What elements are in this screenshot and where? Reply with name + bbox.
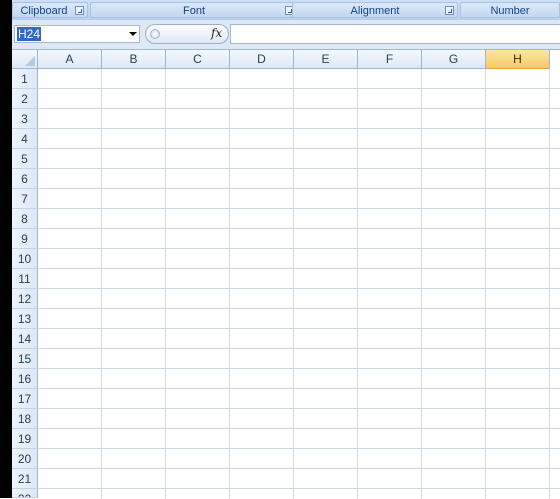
row-header-17[interactable]: 17 [12,389,38,409]
ribbon-group-label: Number [490,5,530,17]
ribbon-group-alignment[interactable]: Alignment [292,2,458,18]
row-header-10[interactable]: 10 [12,249,38,269]
ribbon-group-font[interactable]: Font [90,2,298,18]
column-header-g[interactable]: G [422,50,486,69]
row-header-7[interactable]: 7 [12,189,38,209]
column-header-f[interactable]: F [358,50,422,69]
name-box[interactable]: H24 [14,25,140,43]
row-header-19[interactable]: 19 [12,429,38,449]
column-header-d[interactable]: D [230,50,294,69]
row-header-3[interactable]: 3 [12,109,38,129]
cell-area[interactable] [38,69,560,499]
row-header-16[interactable]: 16 [12,369,38,389]
formula-controls: fx [145,24,229,44]
ribbon-group-label: Font [182,5,205,17]
ribbon-group-label: Alignment [350,5,400,17]
row-header-13[interactable]: 13 [12,309,38,329]
window-edge [0,0,12,498]
row-header-6[interactable]: 6 [12,169,38,189]
row-header-5[interactable]: 5 [12,149,38,169]
name-box-value[interactable]: H24 [17,27,42,41]
resize-handle-icon[interactable] [150,29,160,39]
chevron-down-icon[interactable] [129,32,137,36]
column-header-b[interactable]: B [102,50,166,69]
row-header-21[interactable]: 21 [12,469,38,489]
ribbon-group-label: Clipboard [20,5,68,17]
row-header-4[interactable]: 4 [12,129,38,149]
column-header-c[interactable]: C [166,50,230,69]
row-header-11[interactable]: 11 [12,269,38,289]
row-header-20[interactable]: 20 [12,449,38,469]
row-header-14[interactable]: 14 [12,329,38,349]
row-header-22[interactable]: 22 [12,489,38,498]
ribbon-group-clipboard[interactable]: Clipboard [12,2,88,18]
row-header-18[interactable]: 18 [12,409,38,429]
row-header-2[interactable]: 2 [12,89,38,109]
select-all-button[interactable] [12,50,38,69]
dialog-launcher-icon[interactable] [445,6,454,15]
row-header-1[interactable]: 1 [12,69,38,89]
column-header-e[interactable]: E [294,50,358,69]
row-header-9[interactable]: 9 [12,229,38,249]
dialog-launcher-icon[interactable] [75,6,84,15]
column-header-h[interactable]: H [486,50,550,69]
ribbon-group-labels: Clipboard Font Alignment Number [12,0,560,21]
formula-bar: H24 fx [12,20,560,50]
column-header-a[interactable]: A [38,50,102,69]
row-header-12[interactable]: 12 [12,289,38,309]
ribbon-group-number[interactable]: Number [460,2,560,18]
insert-function-button[interactable]: fx [211,26,222,40]
row-header-8[interactable]: 8 [12,209,38,229]
row-header-15[interactable]: 15 [12,349,38,369]
formula-input[interactable] [230,24,560,44]
